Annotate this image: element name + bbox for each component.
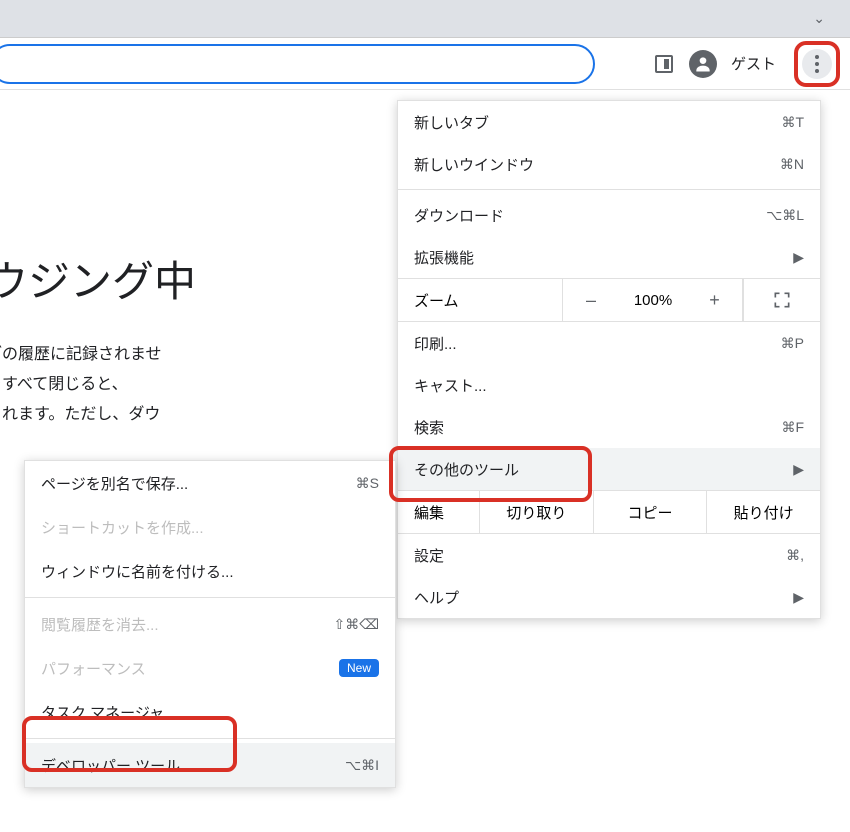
copy-button[interactable]: コピー	[594, 491, 708, 533]
menu-cast[interactable]: キャスト...	[398, 364, 820, 406]
menu-help[interactable]: ヘルプ ▶	[398, 576, 820, 618]
fullscreen-icon[interactable]	[743, 279, 820, 321]
tab-strip: ⌄	[0, 0, 850, 38]
zoom-out-button[interactable]: –	[563, 279, 619, 321]
avatar-icon[interactable]	[689, 50, 717, 78]
toolbar: ゲスト	[0, 38, 850, 90]
zoom-value: 100%	[619, 279, 687, 321]
cut-button[interactable]: 切り取り	[480, 491, 594, 533]
chevron-right-icon: ▶	[793, 461, 804, 478]
menu-find[interactable]: 検索 ⌘F	[398, 406, 820, 448]
chevron-right-icon: ▶	[793, 249, 804, 266]
profile-label: ゲスト	[731, 53, 776, 74]
main-menu: 新しいタブ ⌘T 新しいウインドウ ⌘N ダウンロード ⌥⌘L 拡張機能 ▶ ズ…	[397, 100, 821, 619]
page-heading: ウジング中	[0, 248, 196, 309]
menu-new-window[interactable]: 新しいウインドウ ⌘N	[398, 143, 820, 185]
submenu-name-window[interactable]: ウィンドウに名前を付ける...	[25, 549, 395, 593]
new-badge: New	[339, 659, 379, 677]
submenu-clear-history: 閲覧履歴を消去... ⇧⌘⌫	[25, 602, 395, 646]
page-paragraph: ブの履歴に記録されませ をすべて閉じると、 されます。ただし、ダウ	[0, 340, 162, 430]
menu-new-tab[interactable]: 新しいタブ ⌘T	[398, 101, 820, 143]
edit-label: 編集	[398, 491, 480, 533]
zoom-in-button[interactable]: +	[687, 279, 743, 321]
submenu-performance: パフォーマンス New	[25, 646, 395, 690]
kebab-highlight	[794, 41, 840, 87]
side-panel-icon[interactable]	[653, 53, 675, 75]
kebab-menu-icon[interactable]	[802, 49, 832, 79]
menu-edit: 編集 切り取り コピー 貼り付け	[398, 490, 820, 534]
omnibox-input[interactable]	[0, 44, 595, 84]
paste-button[interactable]: 貼り付け	[707, 491, 820, 533]
chevron-down-icon[interactable]: ⌄	[813, 10, 825, 27]
submenu-save-as[interactable]: ページを別名で保存... ⌘S	[25, 461, 395, 505]
chevron-right-icon: ▶	[793, 589, 804, 606]
menu-settings[interactable]: 設定 ⌘,	[398, 534, 820, 576]
menu-downloads[interactable]: ダウンロード ⌥⌘L	[398, 194, 820, 236]
menu-print[interactable]: 印刷... ⌘P	[398, 322, 820, 364]
zoom-label: ズーム	[398, 279, 563, 321]
submenu-create-shortcut: ショートカットを作成...	[25, 505, 395, 549]
submenu-task-manager[interactable]: タスク マネージャ	[25, 690, 395, 734]
submenu-dev-tools[interactable]: デベロッパー ツール ⌥⌘I	[25, 743, 395, 787]
more-tools-submenu: ページを別名で保存... ⌘S ショートカットを作成... ウィンドウに名前を付…	[24, 460, 396, 788]
menu-more-tools[interactable]: その他のツール ▶	[398, 448, 820, 490]
menu-zoom: ズーム – 100% +	[398, 278, 820, 322]
menu-extensions[interactable]: 拡張機能 ▶	[398, 236, 820, 278]
